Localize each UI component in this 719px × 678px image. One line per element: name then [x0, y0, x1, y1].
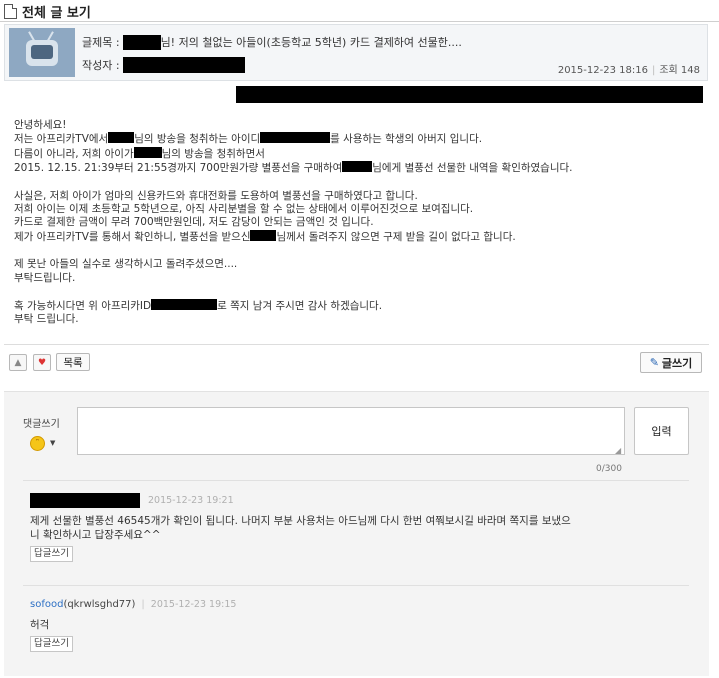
- page-title: 전체 글 보기: [22, 5, 91, 21]
- emoji-icon[interactable]: ᵔ: [30, 436, 45, 451]
- body-line: 부탁드립니다.: [14, 271, 76, 284]
- heart-icon: ♥: [37, 357, 47, 368]
- comment-date: 2015-12-23 19:15: [150, 598, 237, 610]
- body-line: 다름이 아니라, 저희 아이가 님의 방송을 청취하면서: [14, 146, 265, 160]
- content-divider: [4, 344, 709, 345]
- document-icon: [4, 3, 17, 19]
- comment-header: 2015-12-23 19:21: [30, 492, 690, 508]
- pencil-icon: ✎: [649, 356, 659, 369]
- post-date: 2015-12-23 18:16: [557, 65, 648, 76]
- comment-header: sofood (qkrwlsghd77) | 2015-12-23 19:15: [30, 598, 237, 610]
- comment-divider: [23, 585, 689, 586]
- author-avatar: [9, 28, 75, 77]
- comment-divider: [23, 480, 689, 481]
- subject-label: 글제목 :: [82, 36, 120, 49]
- comment-body: 제게 선물한 별풍선 46545개가 확인이 됩니다. 나머지 부분 사용처는 …: [30, 515, 571, 541]
- comment-submit-button[interactable]: 입력: [634, 407, 689, 455]
- page-header: 전체 글 보기: [4, 2, 91, 21]
- body-line: 사실은, 저희 아이가 엄마의 신용카드와 휴대전화를 도용하여 별풍선을 구매…: [14, 189, 418, 202]
- body-line: 제 못난 아들의 실수로 생각하시고 돌려주셨으면....: [14, 258, 238, 271]
- author-label: 작성자 :: [82, 59, 120, 72]
- redacted-commenter: [30, 492, 140, 508]
- like-button[interactable]: ♥: [33, 354, 51, 371]
- reply-button[interactable]: 답글쓰기: [30, 546, 73, 562]
- comment-form-label: 댓글쓰기: [23, 419, 60, 430]
- commenter-name[interactable]: sofood: [30, 599, 63, 610]
- body-line: 혹 가능하시다면 위 아프리카ID 로 쪽지 남겨 주시면 감사 하겠습니다.: [14, 299, 383, 313]
- redacted-text: [151, 299, 218, 311]
- reply-button[interactable]: 답글쓰기: [30, 636, 73, 652]
- view-count: 조회 148: [659, 65, 700, 76]
- list-button[interactable]: 목록: [56, 353, 90, 371]
- emoji-dropdown-icon[interactable]: ▼: [50, 439, 55, 447]
- redacted-name: [122, 34, 161, 50]
- write-button[interactable]: ✎ 글쓰기: [640, 352, 702, 373]
- body-line: 2015. 12.15. 21:39부터 21:55경까지 700만원가량 별풍…: [14, 161, 573, 175]
- resize-grip-icon[interactable]: ◢: [615, 446, 621, 455]
- comment-item: 2015-12-23 19:21 제게 선물한 별풍선 46545개가 확인이 …: [30, 492, 690, 562]
- post-header: 글제목 : 님! 저의 철없는 아들이(초등학교 5학년) 카드 결제하여 선물…: [4, 24, 708, 81]
- comment-item: sofood (qkrwlsghd77) | 2015-12-23 19:15 허걱 …: [30, 597, 690, 652]
- triangle-up-icon: ▲: [14, 357, 22, 368]
- char-counter: 0/300: [596, 464, 622, 474]
- post-date-views: 2015-12-23 18:16 | 조회 148: [557, 65, 700, 76]
- body-line: 부탁 드립니다.: [14, 313, 79, 326]
- comment-input[interactable]: [77, 407, 625, 455]
- post-author: 작성자 :: [82, 57, 245, 73]
- redacted-text: [250, 229, 277, 241]
- body-line: 카드로 결제한 금액이 무려 700백만원인데, 저도 감당이 안되는 금액인 …: [14, 216, 374, 229]
- redacted-text: [342, 161, 373, 173]
- body-line: 저는 아프리카TV에서 님의 방송을 청취하는 아이디 를 사용하는 학생의 아버지…: [14, 132, 483, 146]
- redacted-text: [108, 132, 135, 144]
- body-line: 제가 아프리카TV를 통해서 확인하니, 별풍선을 받으신 님께서 돌려주지 않으…: [14, 229, 516, 243]
- header-divider: [0, 21, 719, 22]
- body-line: 저희 아이는 이제 초등학교 5학년으로, 아직 사리분별을 할 수 없는 상태…: [14, 203, 474, 216]
- comment-date: 2015-12-23 19:21: [148, 494, 234, 506]
- comment-body: 허걱: [30, 619, 50, 631]
- body-line: 안녕하세요!: [14, 119, 67, 131]
- redacted-text: [133, 146, 162, 158]
- commenter-id: (qkrwlsghd77): [63, 598, 136, 610]
- redacted-text: [260, 132, 331, 144]
- comment-section: 댓글쓰기 ᵔ ▼ ◢ 입력 0/300 2015-12-23 19:21 제게 …: [4, 391, 709, 676]
- subject-text: 님! 저의 철없는 아들이(초등학교 5학년) 카드 결제하여 선물한....: [160, 36, 462, 49]
- post-body: 안녕하세요! 저는 아프리카TV에서 님의 방송을 청취하는 아이디 를 사용하는 …: [14, 119, 704, 327]
- post-subject: 글제목 : 님! 저의 철없는 아들이(초등학교 5학년) 카드 결제하여 선물…: [82, 34, 462, 50]
- redacted-bar: [236, 86, 703, 103]
- redacted-author: [122, 57, 245, 73]
- scroll-up-button[interactable]: ▲: [9, 354, 27, 371]
